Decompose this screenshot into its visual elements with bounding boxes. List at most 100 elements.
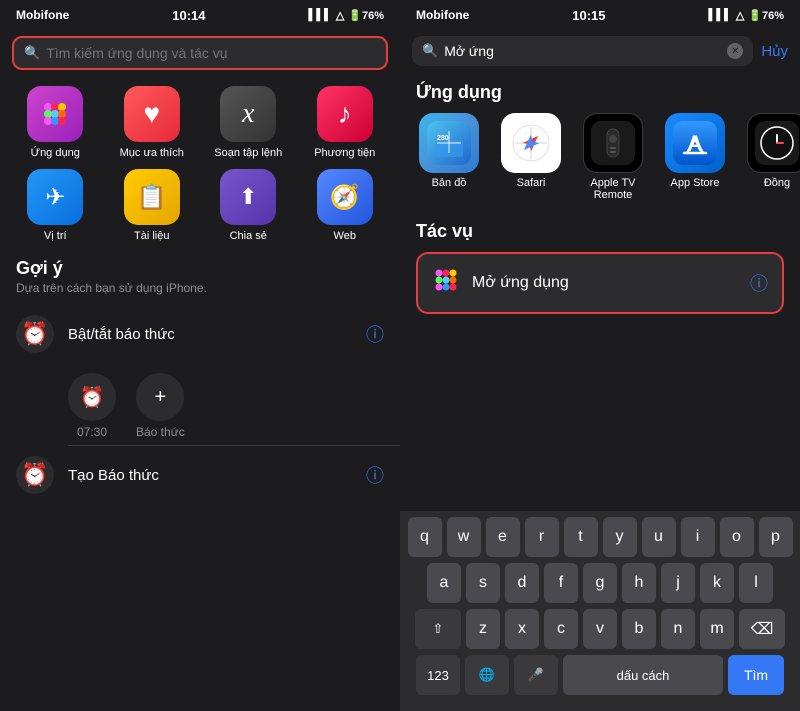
alarm-toggle-icon: ⏰ [16,315,54,353]
alarm-add-item[interactable]: + Báo thức [136,373,185,439]
suggestion-alarm-toggle[interactable]: ⏰ Bật/tắt báo thức ⓘ [0,305,400,363]
shortcuts-icon: x [220,86,276,142]
left-search-container: 🔍 [0,28,400,80]
clock-app-icon [747,113,800,173]
alarm-toggle-label: Bật/tắt báo thức [68,326,352,343]
right-search-bar[interactable]: 🔍 Mở ứng ✕ [412,36,753,66]
key-b[interactable]: b [622,609,656,649]
key-u[interactable]: u [642,517,676,557]
right-wifi-icon: △ [736,9,744,22]
key-delete[interactable]: ⌫ [739,609,785,649]
left-carrier: Mobifone [16,8,69,22]
right-search-container: 🔍 Mở ứng ✕ Hủy [400,28,800,76]
create-alarm-info-icon[interactable]: ⓘ [366,462,384,488]
keyboard-row-2: a s d f g h j k l [404,563,796,603]
keyboard-row-4: 123 🌐 🎤 dấu cách Tìm [404,655,796,695]
app-results-row: 280 Bản đồ Safari [400,109,800,209]
key-i[interactable]: i [681,517,715,557]
key-d[interactable]: d [505,563,539,603]
key-mic[interactable]: 🎤 [514,655,558,695]
shortcut-shortcuts[interactable]: x Soạn tập lệnh [205,86,292,159]
shortcut-share[interactable]: ⬆ Chia sẻ [205,169,292,242]
key-x[interactable]: x [505,609,539,649]
task-label: Mở ứng dụng [472,274,738,292]
apps-icon [27,86,83,142]
key-z[interactable]: z [466,609,500,649]
left-search-bar[interactable]: 🔍 [12,36,388,70]
right-carrier: Mobifone [416,8,469,22]
key-w[interactable]: w [447,517,481,557]
battery-icon: 🔋76% [348,9,384,22]
key-y[interactable]: y [603,517,637,557]
appletv-app-icon [583,113,643,173]
clear-search-button[interactable]: ✕ [727,43,743,59]
appstore-app-icon: A [665,113,725,173]
shortcut-media[interactable]: ♪ Phương tiện [302,86,389,159]
key-l[interactable]: l [739,563,773,603]
suggestions-title: Gợi ý [0,248,400,281]
apps-label: Ứng dụng [31,147,80,159]
key-m[interactable]: m [700,609,734,649]
app-maps[interactable]: 280 Bản đồ [416,113,482,201]
maps-label: Bản đồ [432,177,467,189]
key-search[interactable]: Tìm [728,655,784,695]
key-h[interactable]: h [622,563,656,603]
app-safari[interactable]: Safari [498,113,564,201]
share-label: Chia sẻ [230,230,267,242]
shortcut-apps[interactable]: Ứng dụng [12,86,99,159]
search-icon: 🔍 [24,45,40,61]
maps-app-icon: 280 [419,113,479,173]
appletv-label: Apple TV Remote [580,177,646,201]
cancel-button[interactable]: Hủy [761,43,788,60]
keyboard-row-3: ⇧ z x c v b n m ⌫ [404,609,796,649]
key-n[interactable]: n [661,609,695,649]
key-c[interactable]: c [544,609,578,649]
key-shift[interactable]: ⇧ [415,609,461,649]
key-p[interactable]: p [759,517,793,557]
create-alarm-icon: ⏰ [16,456,54,494]
favs-icon: ♥ [124,86,180,142]
key-k[interactable]: k [700,563,734,603]
key-v[interactable]: v [583,609,617,649]
alarm-add-label: Báo thức [136,425,185,439]
left-search-input[interactable] [46,45,376,61]
key-t[interactable]: t [564,517,598,557]
alarm-time-item[interactable]: ⏰ 07:30 [68,373,116,439]
key-o[interactable]: o [720,517,754,557]
alarm-toggle-info-icon[interactable]: ⓘ [366,321,384,347]
shortcut-docs[interactable]: 📋 Tài liệu [109,169,196,242]
shortcut-web[interactable]: 🧭 Web [302,169,389,242]
key-g[interactable]: g [583,563,617,603]
suggestions-subtitle: Dựa trên cách bạn sử dụng iPhone. [0,281,400,305]
right-search-text: Mở ứng [444,43,721,59]
app-clock[interactable]: Đồng [744,113,800,201]
key-f[interactable]: f [544,563,578,603]
keyboard-row-1: q w e r t y u i o p [404,517,796,557]
task-info-icon[interactable]: ⓘ [750,270,768,296]
left-time: 10:14 [172,8,205,23]
signal-icon: ▌▌▌ [308,9,331,21]
key-s[interactable]: s [466,563,500,603]
share-icon: ⬆ [220,169,276,225]
left-status-bar: Mobifone 10:14 ▌▌▌ △ 🔋76% [0,0,400,28]
ung-dung-title: Ứng dụng [400,76,800,109]
app-appstore[interactable]: A App Store [662,113,728,201]
key-j[interactable]: j [661,563,695,603]
favs-label: Mục ưa thích [120,147,184,159]
key-q[interactable]: q [408,517,442,557]
shortcut-favs[interactable]: ♥ Mục ưa thích [109,86,196,159]
right-panel: Mobifone 10:15 ▌▌▌ △ 🔋76% 🔍 Mở ứng ✕ Hủy… [400,0,800,711]
task-open-app[interactable]: Mở ứng dụng ⓘ [416,252,784,314]
app-appletv[interactable]: Apple TV Remote [580,113,646,201]
right-status-icons: ▌▌▌ △ 🔋76% [708,9,784,22]
key-r[interactable]: r [525,517,559,557]
key-numbers[interactable]: 123 [416,655,460,695]
key-e[interactable]: e [486,517,520,557]
key-globe[interactable]: 🌐 [465,655,509,695]
shortcut-location[interactable]: ✈ Vị trí [12,169,99,242]
tac-vu-section: Tác vụ Mở ứng dụng ⓘ [400,209,800,318]
safari-app-icon [501,113,561,173]
key-a[interactable]: a [427,563,461,603]
key-space[interactable]: dấu cách [563,655,723,695]
suggestion-create-alarm[interactable]: ⏰ Tạo Báo thức ⓘ [0,446,400,504]
